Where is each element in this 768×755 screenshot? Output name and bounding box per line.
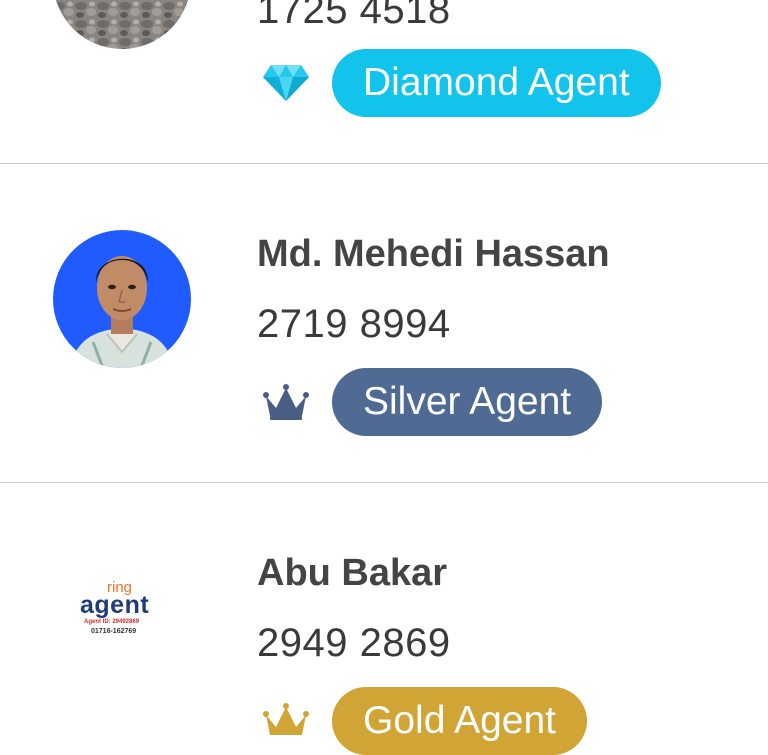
agent-list-item[interactable]: 1725 4518 Diamond Agent [0,0,768,163]
gold-crown-icon [263,703,309,735]
tier-badge: Silver Agent [332,368,603,436]
agent-list-item[interactable]: Md. Mehedi Hassan 2719 8994 Silver Agent [0,164,768,482]
tier-badge: Gold Agent [332,687,587,755]
logo-text: Agent ID: 29492869 [84,619,140,625]
agent-id: 1725 4518 [257,0,451,32]
logo-text: 01716-162769 [91,628,137,635]
agent-name: Abu Bakar [257,552,448,594]
crown-icon [263,384,309,420]
logo-text: agent [80,591,150,619]
ringid-agent-logo: ring agent Agent ID: 29492869 01716-1627… [53,549,191,687]
avatar [53,230,191,368]
diamond-icon [263,65,309,101]
tier-badge: Diamond Agent [332,49,661,117]
avatar [53,0,191,49]
agent-list-item[interactable]: ring agent Agent ID: 29492869 01716-1627… [0,483,768,755]
agent-name: Md. Mehedi Hassan [257,233,610,275]
agent-id: 2719 8994 [257,302,451,346]
agent-id: 2949 2869 [257,621,451,665]
